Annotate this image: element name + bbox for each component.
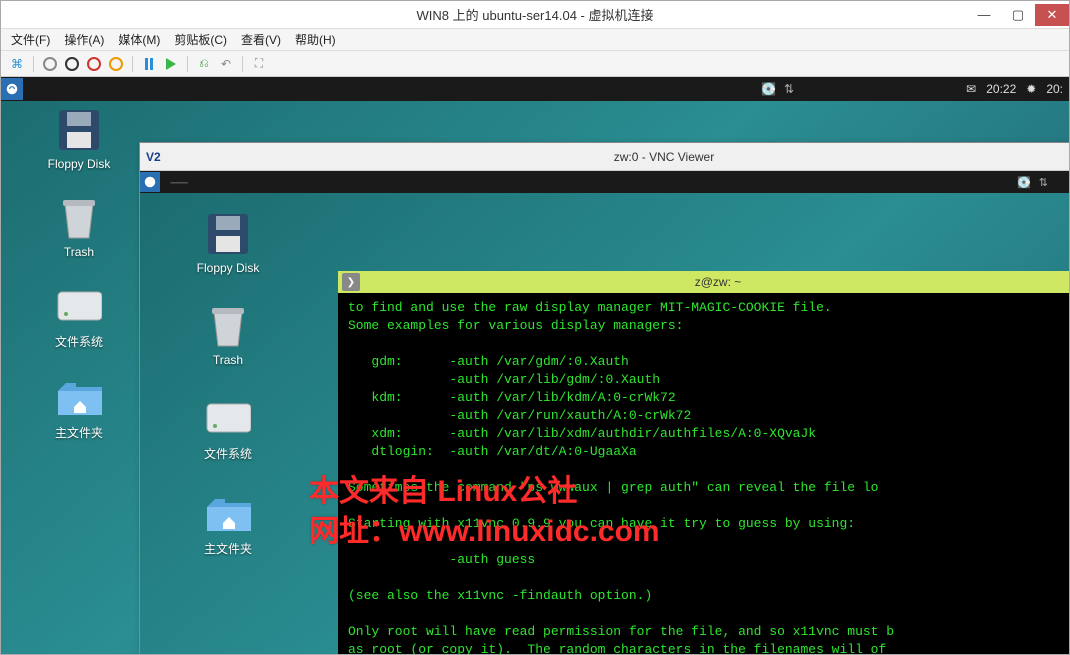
win8-close-button[interactable]: ✕	[1035, 4, 1069, 26]
ctrl-alt-del-icon[interactable]: ⌘	[9, 56, 25, 72]
inner-trash-icon[interactable]: Trash	[180, 303, 276, 367]
outer-filesystem-icon[interactable]: 文件系统	[31, 283, 127, 350]
mail-icon[interactable]: ✉	[966, 82, 976, 96]
icon-label: Trash	[64, 245, 94, 259]
icon-label: Floppy Disk	[197, 261, 260, 275]
win8-toolbar: ⌘ ⎌ ↶ ⛶	[1, 51, 1069, 77]
indicator-network-icon[interactable]: ⇅	[784, 82, 794, 96]
inner-network-icon[interactable]: ⇅	[1039, 176, 1048, 189]
inner-filesystem-icon[interactable]: 文件系统	[180, 395, 276, 462]
outer-trash-icon[interactable]: Trash	[31, 195, 127, 259]
inner-xubuntu-desktop: ⸺ 💽 ⇅ ✉ 2 Floppy Disk	[140, 171, 1069, 654]
terminal-titlebar[interactable]: ❯ z@zw: ~	[338, 271, 1069, 293]
inner-xubuntu-menu-icon[interactable]	[140, 172, 160, 192]
win8-max-button[interactable]: ▢	[1001, 4, 1035, 26]
menu-file[interactable]: 文件(F)	[11, 31, 50, 48]
shutdown-icon[interactable]	[86, 56, 102, 72]
win8-menubar: 文件(F) 操作(A) 媒体(M) 剪贴板(C) 查看(V) 帮助(H)	[1, 29, 1069, 51]
terminal-body[interactable]: to find and use the raw display manager …	[338, 293, 1069, 654]
icon-label: 文件系统	[55, 333, 103, 350]
outer-home-icon[interactable]: 主文件夹	[31, 374, 127, 441]
icon-label: 主文件夹	[55, 424, 103, 441]
vnc-title: zw:0 - VNC Viewer	[614, 150, 714, 164]
menu-action[interactable]: 操作(A)	[64, 31, 104, 48]
menu-media[interactable]: 媒体(M)	[118, 31, 160, 48]
snapshot-icon[interactable]: ⎌	[196, 56, 212, 72]
icon-label: 主文件夹	[204, 540, 252, 557]
inner-window-indicator: ⸺	[170, 174, 188, 190]
win8-title: WIN8 上的 ubuntu-ser14.04 - 虚拟机连接	[417, 5, 654, 24]
icon-label: Floppy Disk	[48, 157, 111, 171]
terminal-window: ❯ z@zw: ~ to find and use the raw displa…	[338, 271, 1069, 654]
outer-xubuntu-desktop: 💽 ⇅ ✉ 20:22 ✹ 20: Floppy Disk Trash	[1, 77, 1069, 654]
vnc-titlebar[interactable]: V2 zw:0 - VNC Viewer	[140, 143, 1069, 171]
clock-time[interactable]: 20:22	[986, 82, 1016, 96]
menu-clipboard[interactable]: 剪贴板(C)	[174, 31, 227, 48]
outer-xubuntu-panel: 💽 ⇅ ✉ 20:22 ✹ 20:	[1, 77, 1069, 101]
turnoff-icon[interactable]	[64, 56, 80, 72]
inner-disk-icon[interactable]: 💽	[1017, 176, 1031, 189]
vnc-viewer-window: V2 zw:0 - VNC Viewer ⸺ 💽 ⇅	[139, 142, 1069, 654]
reset-icon[interactable]	[108, 56, 124, 72]
inner-home-icon[interactable]: 主文件夹	[180, 490, 276, 557]
icon-label: Trash	[213, 353, 243, 367]
fullscreen-icon[interactable]: ⛶	[251, 56, 267, 72]
pause-icon[interactable]	[141, 56, 157, 72]
icon-label: 文件系统	[204, 445, 252, 462]
menu-view[interactable]: 查看(V)	[241, 31, 281, 48]
win8-titlebar: WIN8 上的 ubuntu-ser14.04 - 虚拟机连接 — ▢ ✕	[1, 1, 1069, 29]
menu-help[interactable]: 帮助(H)	[295, 31, 336, 48]
revert-icon[interactable]: ↶	[218, 56, 234, 72]
xubuntu-menu-icon[interactable]	[1, 78, 23, 100]
inner-floppy-icon[interactable]: Floppy Disk	[180, 211, 276, 275]
win8-min-button[interactable]: —	[967, 4, 1001, 26]
gear-icon[interactable]: ✹	[1026, 82, 1036, 96]
play-icon[interactable]	[163, 56, 179, 72]
start-icon[interactable]	[42, 56, 58, 72]
vnc-logo-icon: V2	[146, 150, 161, 164]
indicator-disk-icon[interactable]: 💽	[761, 82, 776, 96]
terminal-title: z@zw: ~	[695, 275, 742, 289]
clock-time-2: 20:	[1046, 82, 1063, 96]
terminal-app-icon: ❯	[342, 273, 360, 291]
outer-floppy-icon[interactable]: Floppy Disk	[31, 107, 127, 171]
inner-xubuntu-panel: ⸺ 💽 ⇅ ✉ 2	[140, 171, 1069, 193]
